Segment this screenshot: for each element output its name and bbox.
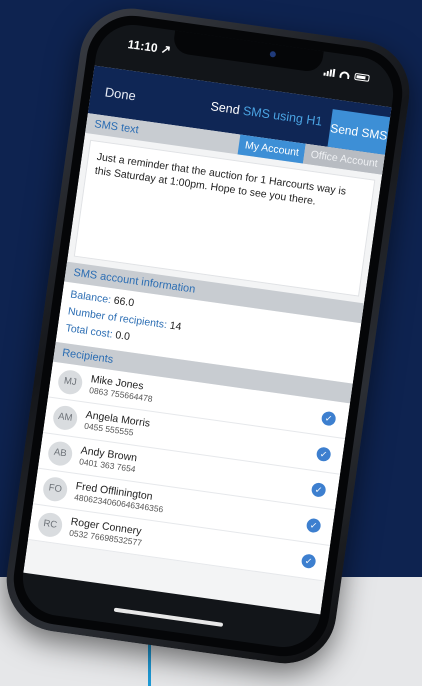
recipient-info: Andy Brown 0401 363 7654 bbox=[78, 444, 138, 475]
status-icons bbox=[323, 68, 370, 82]
home-indicator[interactable] bbox=[113, 607, 224, 627]
recipient-info: Fred Offlinington 4806234060646346356 bbox=[73, 480, 165, 515]
avatar: MJ bbox=[56, 368, 84, 396]
recipient-info: Roger Connery 0532 76698532577 bbox=[68, 516, 144, 549]
checkmark-icon[interactable]: ✓ bbox=[320, 410, 337, 427]
page-title-prefix: Send bbox=[209, 99, 241, 118]
checkmark-icon[interactable]: ✓ bbox=[300, 553, 317, 570]
checkmark-icon[interactable]: ✓ bbox=[310, 481, 327, 498]
avatar: FO bbox=[41, 475, 69, 503]
signal-icon bbox=[323, 68, 336, 78]
battery-icon bbox=[354, 72, 370, 82]
avatar: RC bbox=[36, 510, 64, 538]
status-time: 11:10 ↗ bbox=[126, 37, 172, 57]
sms-app: Done Send SMS using H1 Send SMS SMS text… bbox=[23, 65, 392, 615]
avatar: AM bbox=[51, 403, 79, 431]
recipient-info: Angela Morris 0455 555555 bbox=[83, 409, 151, 441]
total-cost-value: 0.0 bbox=[114, 329, 131, 344]
wifi-icon bbox=[339, 70, 351, 79]
avatar: AB bbox=[46, 439, 74, 467]
sms-text-header-label: SMS text bbox=[93, 118, 140, 137]
phone-bezel: 11:10 ↗ Done Send SMS using H1 Send SMS … bbox=[7, 9, 409, 663]
phone-screen: 11:10 ↗ Done Send SMS using H1 Send SMS … bbox=[17, 20, 399, 652]
background-accent-line bbox=[148, 640, 151, 686]
page-title-accent: SMS using H1 bbox=[242, 103, 324, 129]
balance-value: 66.0 bbox=[112, 294, 135, 310]
checkmark-icon[interactable]: ✓ bbox=[315, 446, 332, 463]
checkmark-icon[interactable]: ✓ bbox=[305, 517, 322, 534]
total-cost-label: Total cost: bbox=[64, 322, 114, 341]
done-button[interactable]: Done bbox=[90, 82, 165, 107]
recipient-count-value: 14 bbox=[168, 319, 183, 334]
phone-frame: 11:10 ↗ Done Send SMS using H1 Send SMS … bbox=[0, 1, 417, 671]
recipient-info: Mike Jones 0863 755664478 bbox=[88, 373, 154, 405]
